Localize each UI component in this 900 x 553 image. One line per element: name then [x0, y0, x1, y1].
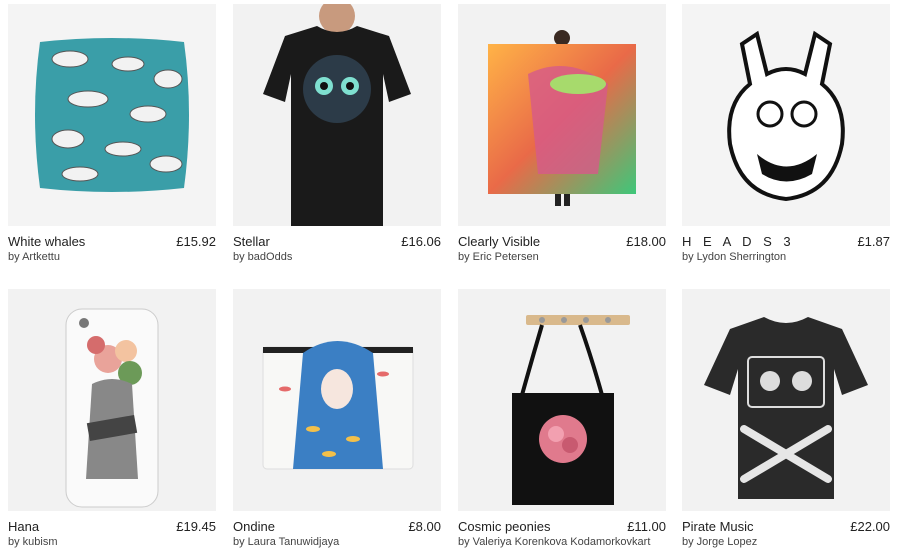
product-artist[interactable]: by Valeriya Korenkova Kodamorkovkart: [458, 536, 666, 548]
product-image-tote-bag[interactable]: [458, 289, 666, 511]
product-card-heads3[interactable]: H E A D S 3 £1.87 by Lydon Sherrington: [682, 4, 890, 263]
product-artist[interactable]: by Laura Tanuwidjaya: [233, 536, 441, 548]
product-image-tshirt[interactable]: [233, 4, 441, 226]
product-title[interactable]: Pirate Music: [682, 519, 754, 534]
product-artist[interactable]: by Artkettu: [8, 251, 216, 263]
product-artist[interactable]: by Jorge Lopez: [682, 536, 890, 548]
product-image-pouch[interactable]: [233, 289, 441, 511]
product-card-clearly-visible[interactable]: Clearly Visible £18.00 by Eric Petersen: [458, 4, 666, 263]
product-title[interactable]: H E A D S 3: [682, 234, 795, 249]
product-price: £19.45: [176, 519, 216, 534]
product-price: £11.00: [627, 519, 666, 534]
product-card-cosmic-peonies[interactable]: Cosmic peonies £11.00 by Valeriya Korenk…: [458, 289, 666, 548]
product-title[interactable]: Cosmic peonies: [458, 519, 551, 534]
product-card-hana[interactable]: Hana £19.45 by kubism: [8, 289, 216, 548]
product-artist[interactable]: by Lydon Sherrington: [682, 251, 890, 263]
product-card-stellar[interactable]: Stellar £16.06 by badOdds: [233, 4, 441, 263]
product-price: £22.00: [850, 519, 890, 534]
product-artist[interactable]: by kubism: [8, 536, 216, 548]
product-card-white-whales[interactable]: White whales £15.92 by Artkettu: [8, 4, 216, 263]
product-price: £8.00: [408, 519, 441, 534]
product-grid: White whales £15.92 by Artkettu Stellar …: [0, 0, 900, 553]
product-artist[interactable]: by Eric Petersen: [458, 251, 666, 263]
product-title[interactable]: Hana: [8, 519, 39, 534]
product-price: £18.00: [626, 234, 666, 249]
product-card-ondine[interactable]: Ondine £8.00 by Laura Tanuwidjaya: [233, 289, 441, 548]
product-image-sticker[interactable]: [682, 4, 890, 226]
product-title[interactable]: Stellar: [233, 234, 270, 249]
product-image-pillow[interactable]: [8, 4, 216, 226]
product-price: £15.92: [176, 234, 216, 249]
product-title[interactable]: White whales: [8, 234, 85, 249]
product-image-phone-case[interactable]: [8, 289, 216, 511]
product-price: £16.06: [401, 234, 441, 249]
product-artist[interactable]: by badOdds: [233, 251, 441, 263]
product-title[interactable]: Ondine: [233, 519, 275, 534]
product-image-tshirt[interactable]: [682, 289, 890, 511]
product-image-scarf[interactable]: [458, 4, 666, 226]
product-price: £1.87: [857, 234, 890, 249]
product-title[interactable]: Clearly Visible: [458, 234, 540, 249]
product-card-pirate-music[interactable]: Pirate Music £22.00 by Jorge Lopez: [682, 289, 890, 548]
